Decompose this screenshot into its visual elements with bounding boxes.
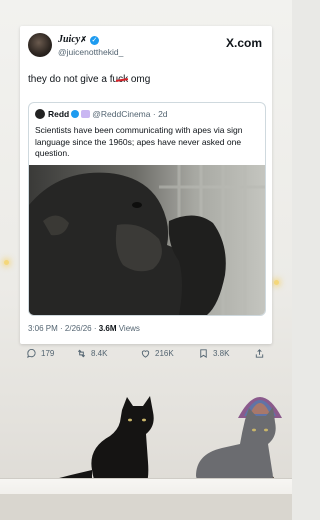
timestamp[interactable]: 3:06 PM · 2/26/26 · <box>28 324 99 333</box>
tweet-meta: 3:06 PM · 2/26/26 · 3.6M Views <box>28 324 140 333</box>
cats <box>10 396 292 492</box>
quote-text: Scientists have been communicating with … <box>35 125 243 158</box>
quote-header: Redd @ReddCinema · 2d <box>35 109 168 119</box>
tweet-text-after: omg <box>128 74 151 85</box>
tweet-text: they do not give a fuck omg <box>28 74 150 85</box>
reply-icon <box>27 348 36 359</box>
verified-icon: ✓ <box>89 36 99 45</box>
tweet-card[interactable]: Juicy✗ ✓ @juicenotthekid_ X.com they do n… <box>20 26 272 359</box>
share-icon <box>255 349 264 358</box>
tweet-actions: 179 8.4K 216K 3.8K <box>26 348 266 364</box>
quote-age: · 2d <box>152 109 168 119</box>
avatar[interactable] <box>28 33 52 57</box>
quote-author-name: Redd <box>48 109 70 119</box>
tweet-text-before: they do not give a f <box>28 74 113 85</box>
bookmark-button[interactable]: 3.8K <box>198 348 229 359</box>
shelf-edge <box>0 494 292 520</box>
gorilla-illustration <box>29 165 265 315</box>
tweet-header: Juicy✗ ✓ @juicenotthekid_ X.com <box>28 32 264 60</box>
reply-count: 179 <box>41 349 55 358</box>
retweet-button[interactable]: 8.4K <box>76 348 107 359</box>
author-name[interactable]: Juicy✗ ✓ <box>58 34 99 45</box>
views-label: Views <box>116 324 140 333</box>
reply-button[interactable]: 179 <box>26 348 54 359</box>
retweet-icon <box>77 349 86 358</box>
bookmark-icon <box>200 349 207 359</box>
verified-icon <box>71 110 80 118</box>
retweet-count: 8.4K <box>91 349 108 358</box>
x-logo-icon: X.com <box>225 36 262 50</box>
quote-avatar <box>35 109 45 119</box>
author-handle[interactable]: @juicenotthekid_ <box>58 47 123 57</box>
bookmark-count: 3.8K <box>213 349 230 358</box>
author-name-text: Juicy <box>58 34 81 45</box>
sparkle-icon: ✗ <box>80 35 87 44</box>
quote-author-handle: @ReddCinema <box>92 109 151 119</box>
quoted-tweet[interactable]: Redd @ReddCinema · 2d Scientists have bee… <box>28 102 266 316</box>
censored-word: uck <box>113 74 129 85</box>
like-button[interactable]: 216K <box>140 348 174 359</box>
like-count: 216K <box>155 349 174 358</box>
quote-image-gorilla[interactable] <box>29 165 265 315</box>
affiliate-badge-icon <box>81 110 91 118</box>
views-count: 3.6M <box>98 324 117 333</box>
share-button[interactable] <box>254 348 265 359</box>
like-icon <box>141 350 150 358</box>
